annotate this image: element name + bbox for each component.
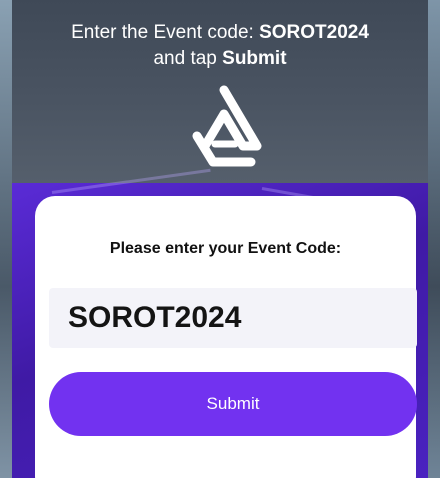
instruction-line-1: Enter the Event code: SOROT2024 [12, 20, 428, 46]
background-edge-left [0, 0, 12, 478]
phone-screen: Enter the Event code: SOROT2024 and tap … [12, 0, 428, 478]
instruction-submit-word: Submit [222, 48, 287, 69]
instruction-text: and tap [153, 48, 223, 69]
instruction-line-2: and tap Submit [12, 46, 428, 72]
brand-triangle-logo-icon [192, 85, 262, 167]
event-code-prompt: Please enter your Event Code: [109, 240, 342, 257]
event-code-card: Please enter your Event Code: Submit [35, 196, 417, 478]
instruction-text: Enter the Event code: [71, 22, 260, 43]
background-edge-right [428, 0, 440, 478]
instruction-event-code: SOROT2024 [259, 22, 369, 43]
event-code-input[interactable] [49, 288, 417, 348]
submit-button[interactable]: Submit [49, 372, 417, 436]
